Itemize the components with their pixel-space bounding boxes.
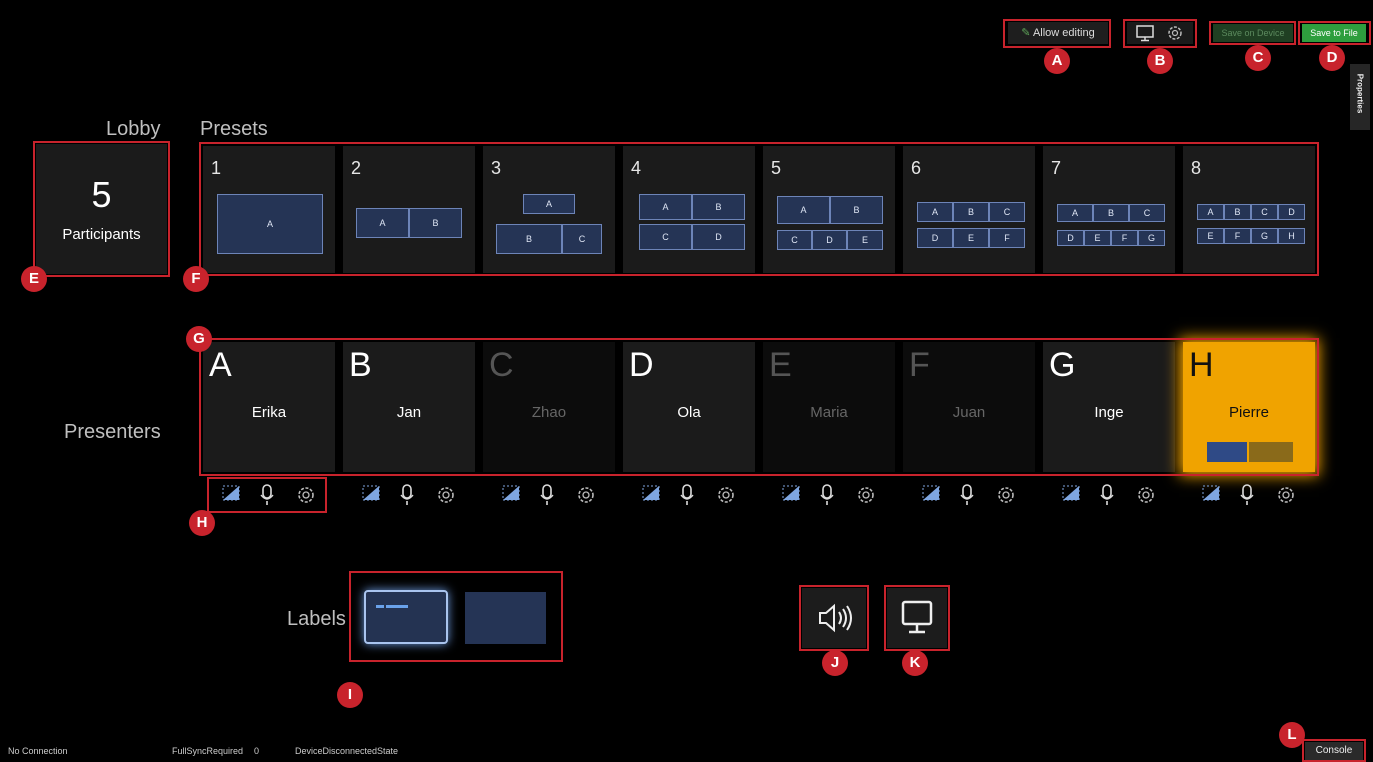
crop-icon[interactable] xyxy=(361,484,381,507)
crop-icon[interactable] xyxy=(921,484,941,507)
microphone-icon[interactable] xyxy=(399,484,415,511)
crop-icon[interactable] xyxy=(501,484,521,507)
microphone-icon[interactable] xyxy=(679,484,695,511)
marker-box-f xyxy=(199,142,1319,276)
properties-tab[interactable]: Properties xyxy=(1350,64,1370,130)
marker-box-d xyxy=(1298,21,1371,45)
device-state: DeviceDisconnectedState xyxy=(295,746,399,756)
microphone-icon[interactable] xyxy=(819,484,835,511)
microphone-icon[interactable] xyxy=(1239,484,1255,511)
gear-icon[interactable] xyxy=(855,484,877,511)
marker-box-c xyxy=(1209,21,1296,45)
presenters-title: Presenters xyxy=(64,421,161,443)
gear-icon[interactable] xyxy=(1275,484,1297,511)
gear-icon[interactable] xyxy=(435,484,457,511)
properties-tab-label: Properties xyxy=(1355,73,1365,114)
callout-marker-k: K xyxy=(902,650,928,676)
crop-icon[interactable] xyxy=(1061,484,1081,507)
gear-icon[interactable] xyxy=(995,484,1017,511)
callout-marker-c: C xyxy=(1245,45,1271,71)
marker-box-l xyxy=(1302,739,1366,762)
marker-box-e xyxy=(33,141,170,277)
microphone-icon[interactable] xyxy=(539,484,555,511)
labels-title: Labels xyxy=(287,608,346,630)
callout-marker-g: G xyxy=(186,326,212,352)
gear-icon[interactable] xyxy=(715,484,737,511)
callout-marker-e: E xyxy=(21,266,47,292)
marker-box-k xyxy=(884,585,950,651)
marker-box-j xyxy=(799,585,869,651)
callout-marker-h: H xyxy=(189,510,215,536)
marker-box-h xyxy=(207,477,327,513)
gear-icon[interactable] xyxy=(575,484,597,511)
callout-marker-b: B xyxy=(1147,48,1173,74)
marker-box-i xyxy=(349,571,563,662)
marker-box-b xyxy=(1123,19,1197,48)
gear-icon[interactable] xyxy=(1135,484,1157,511)
callout-marker-i: I xyxy=(337,682,363,708)
callout-marker-j: J xyxy=(822,650,848,676)
connection-status: No Connection xyxy=(8,746,68,756)
callout-marker-a: A xyxy=(1044,48,1070,74)
sync-status-value: 0 xyxy=(254,746,260,756)
callout-marker-l: L xyxy=(1279,722,1305,748)
microphone-icon[interactable] xyxy=(1099,484,1115,511)
crop-icon[interactable] xyxy=(1201,484,1221,507)
marker-box-g xyxy=(199,338,1319,476)
lobby-title: Lobby xyxy=(106,118,161,140)
microphone-icon[interactable] xyxy=(959,484,975,511)
crop-icon[interactable] xyxy=(641,484,661,507)
crop-icon[interactable] xyxy=(781,484,801,507)
presets-title: Presets xyxy=(200,118,268,140)
callout-marker-f: F xyxy=(183,266,209,292)
marker-box-a xyxy=(1003,19,1111,48)
callout-marker-d: D xyxy=(1319,45,1345,71)
sync-status-label: FullSyncRequired xyxy=(172,746,244,756)
